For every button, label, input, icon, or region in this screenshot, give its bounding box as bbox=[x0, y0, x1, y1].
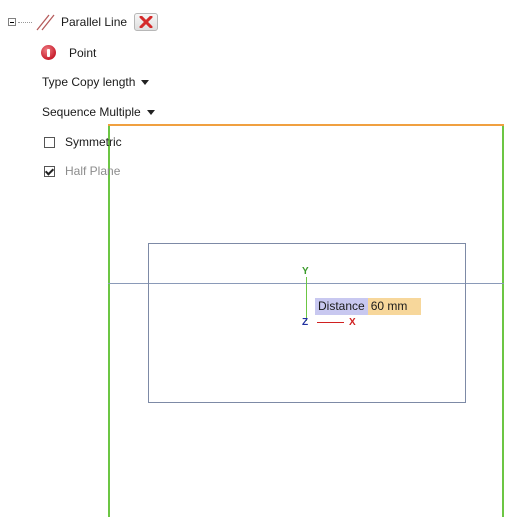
close-button[interactable] bbox=[134, 13, 159, 31]
chevron-down-icon bbox=[146, 110, 155, 115]
distance-value-input[interactable]: 60 mm bbox=[367, 298, 422, 315]
distance-field[interactable]: Distance 60 mm bbox=[315, 298, 422, 315]
symmetric-checkbox[interactable] bbox=[44, 136, 55, 148]
symmetric-label: Symmetric bbox=[65, 135, 122, 149]
tree-connector bbox=[18, 21, 32, 23]
type-dropdown[interactable]: Type Copy length bbox=[42, 75, 150, 89]
sequence-dropdown[interactable]: Sequence Multiple bbox=[42, 105, 155, 119]
axis-y-label: Y bbox=[302, 266, 309, 277]
half-plane-checkbox[interactable] bbox=[44, 165, 55, 177]
green-left-line bbox=[108, 126, 110, 517]
axis-x-label: X bbox=[349, 317, 356, 328]
parallel-line-label: Parallel Line bbox=[61, 15, 128, 29]
parallel-line-icon bbox=[35, 13, 57, 31]
chevron-down-icon bbox=[141, 80, 150, 85]
sequence-label: Sequence Multiple bbox=[42, 105, 141, 119]
half-plane-label: Half Plane bbox=[65, 164, 121, 178]
half-plane-option[interactable]: Half Plane bbox=[44, 164, 120, 178]
green-right-line bbox=[502, 126, 504, 517]
type-label: Type Copy length bbox=[42, 75, 136, 89]
axis-y-line bbox=[306, 277, 307, 321]
axis-x-line bbox=[317, 322, 344, 323]
collapse-minus-icon[interactable] bbox=[8, 18, 16, 26]
point-label: Point bbox=[69, 45, 97, 60]
point-node[interactable]: Point bbox=[41, 45, 96, 60]
axis-z-label: Z bbox=[302, 317, 309, 328]
orange-reference-line bbox=[108, 124, 504, 126]
point-alert-icon bbox=[41, 45, 56, 60]
symmetric-option[interactable]: Symmetric bbox=[44, 135, 122, 149]
close-x-icon bbox=[139, 16, 153, 28]
distance-label: Distance bbox=[315, 298, 368, 315]
parallel-line-node[interactable]: Parallel Line bbox=[8, 13, 159, 31]
